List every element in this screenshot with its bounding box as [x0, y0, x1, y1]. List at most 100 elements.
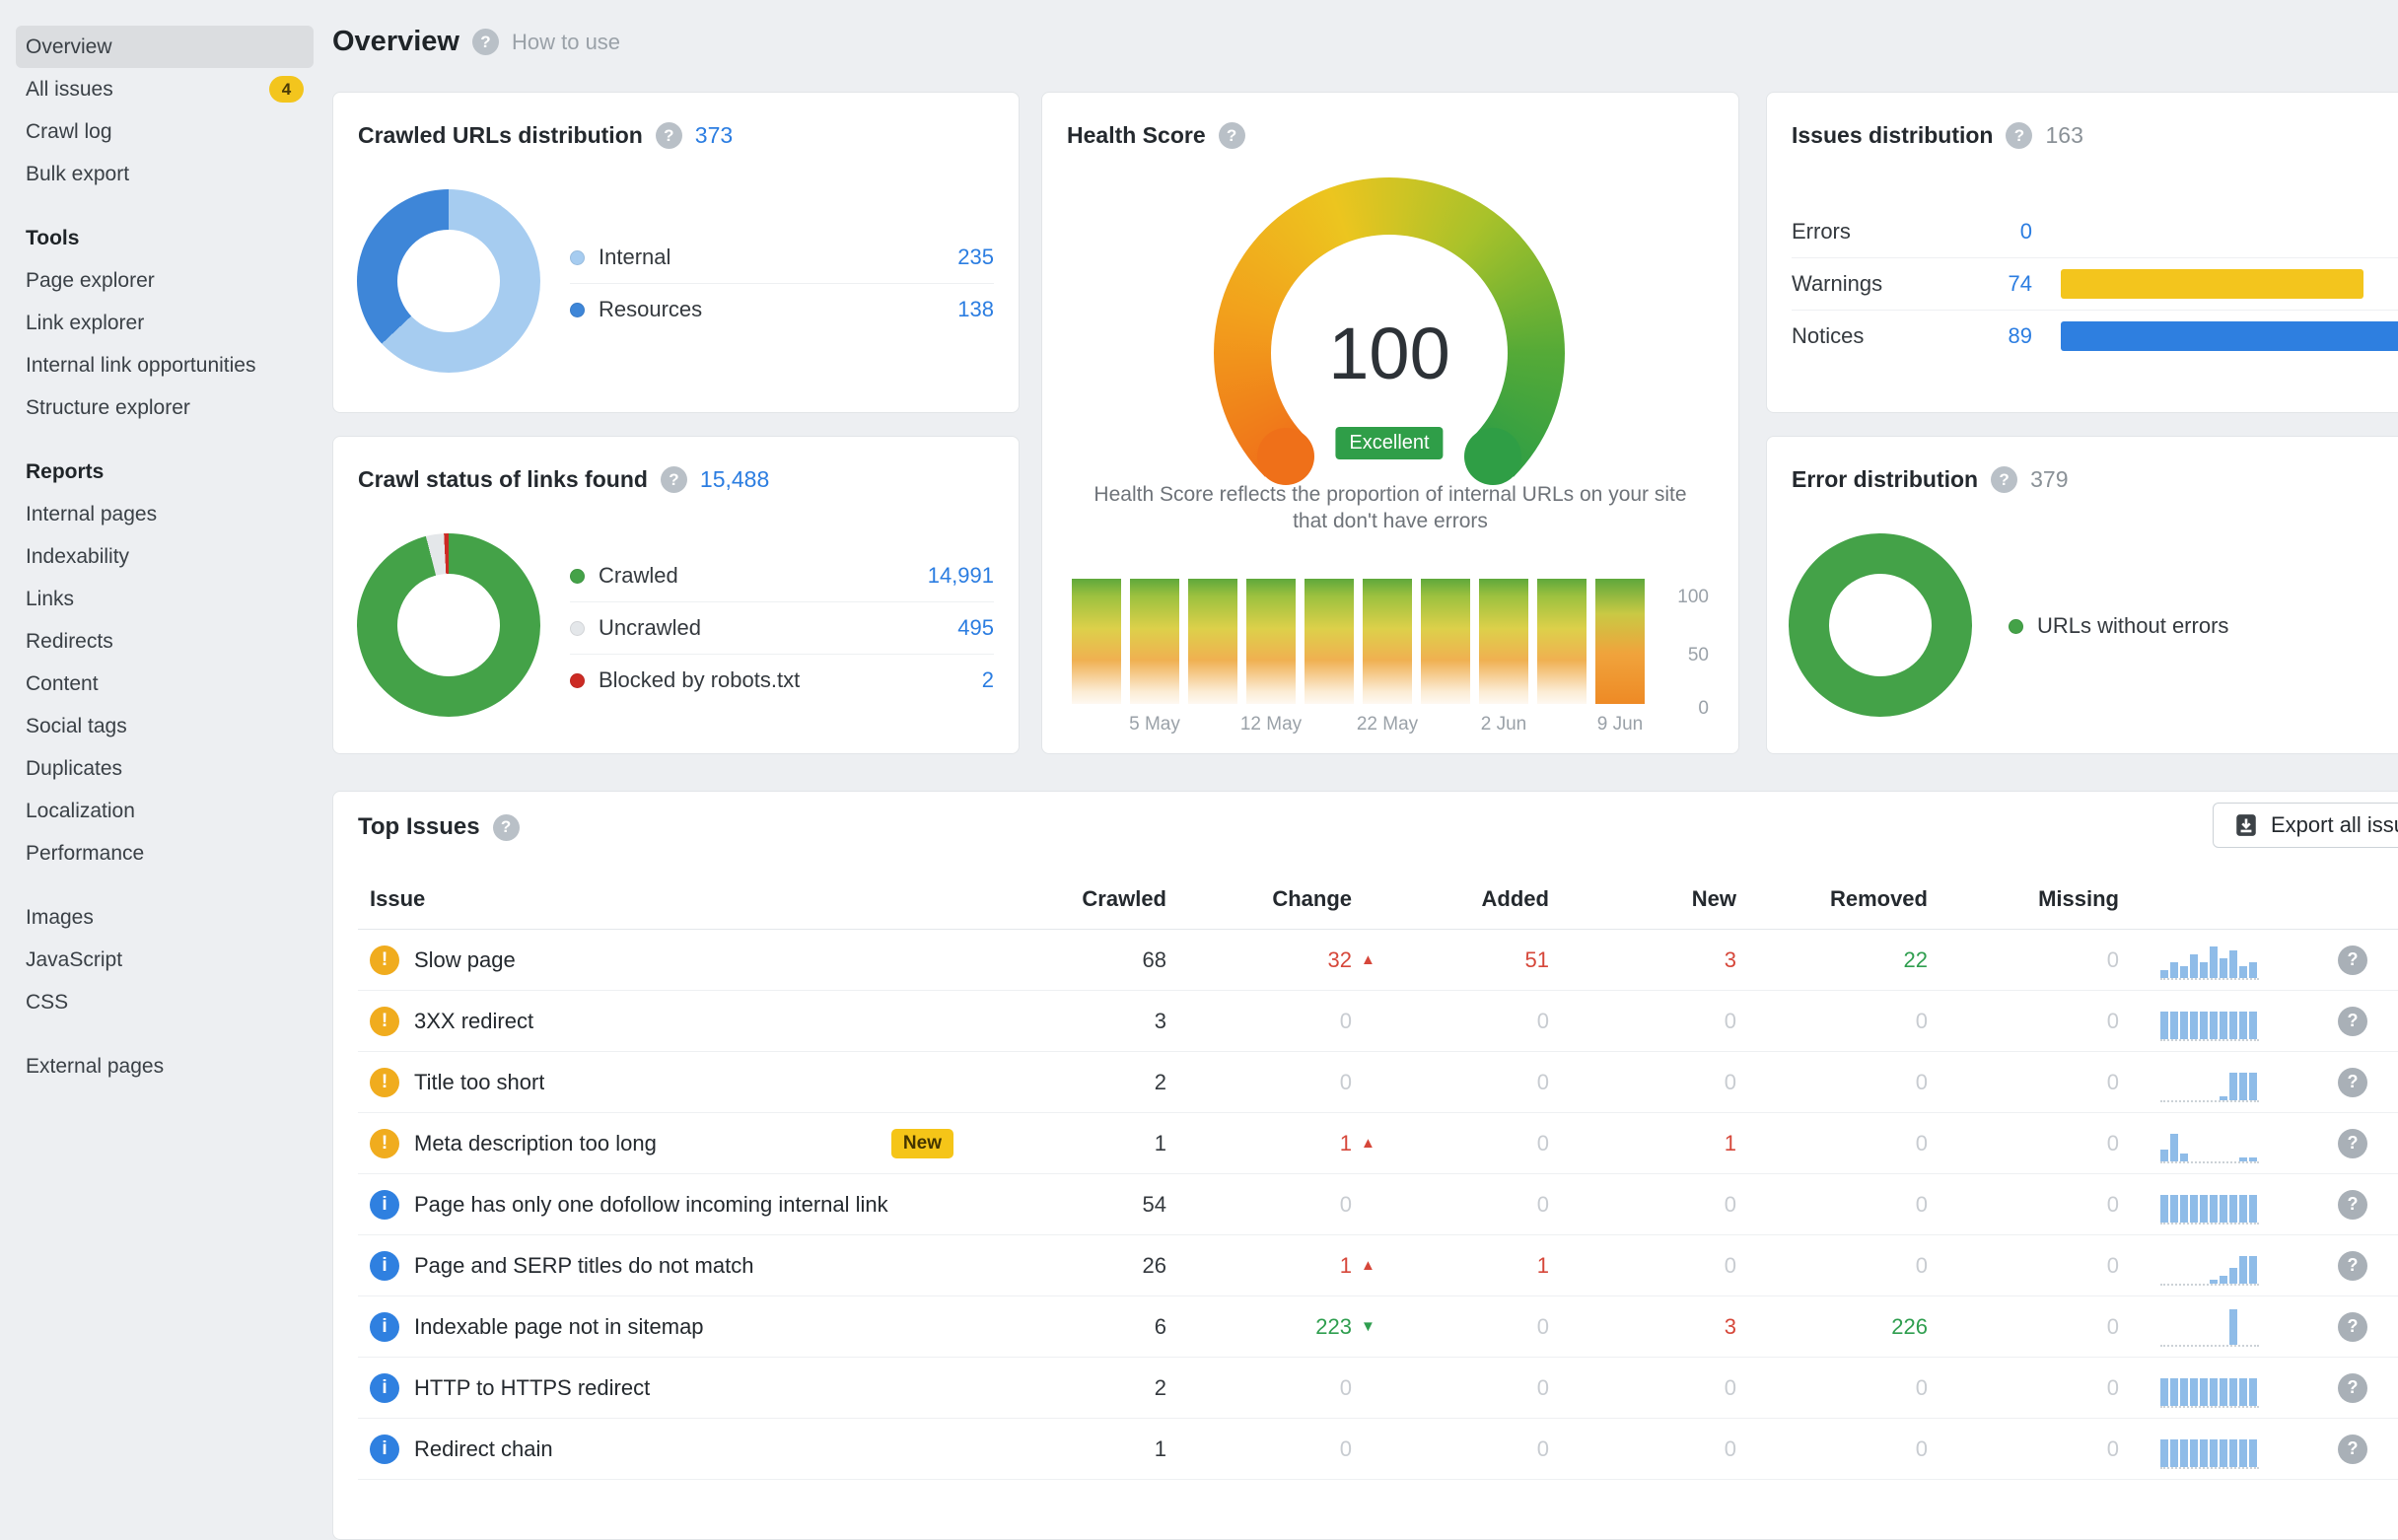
help-icon[interactable]: ? — [493, 814, 520, 841]
spark-bar — [2180, 1012, 2188, 1039]
spark-bar — [2249, 1439, 2257, 1467]
sidebar-item-label: Content — [26, 672, 99, 696]
issue-link[interactable]: Page has only one dofollow incoming inte… — [414, 1192, 888, 1218]
spark-bar — [2170, 1134, 2178, 1161]
sidebar-item-bulk-export[interactable]: Bulk export — [16, 153, 314, 195]
legend-value-link[interactable]: 235 — [957, 245, 994, 270]
issue-link[interactable]: Indexable page not in sitemap — [414, 1314, 704, 1340]
issue-help-icon[interactable]: ? — [2338, 1312, 2367, 1342]
issue-row: iRedirect chain100000? — [358, 1419, 2398, 1480]
issue-link[interactable]: Redirect chain — [414, 1436, 553, 1462]
spark-bar — [2249, 1157, 2257, 1161]
spark-bar — [2200, 1378, 2208, 1406]
table-body: !Slow page6832▲513220?!3XX redirect30000… — [358, 930, 2398, 1480]
sidebar-item-javascript[interactable]: JavaScript — [16, 939, 314, 981]
legend-value-link[interactable]: 2 — [982, 667, 994, 693]
sidebar-item-overview[interactable]: Overview — [16, 26, 314, 68]
gauge-cap-end — [1464, 428, 1521, 485]
issue-help-icon[interactable]: ? — [2338, 1007, 2367, 1036]
help-cell: ? — [2267, 945, 2398, 975]
removed-value: 22 — [1736, 947, 1928, 973]
issue-link[interactable]: 3XX redirect — [414, 1009, 533, 1034]
sidebar-item-redirects[interactable]: Redirects — [16, 620, 314, 663]
issue-help-icon[interactable]: ? — [2338, 1251, 2367, 1281]
help-icon[interactable]: ? — [1219, 122, 1245, 149]
card-title: Issues distribution ? 163 — [1792, 122, 2083, 149]
legend-value-link[interactable]: 495 — [957, 615, 994, 641]
crawl-status-total-link[interactable]: 15,488 — [700, 466, 769, 493]
new-value: 0 — [1549, 1070, 1736, 1095]
spark-bar — [2210, 946, 2218, 978]
help-icon[interactable]: ? — [1991, 466, 2017, 493]
help-icon[interactable]: ? — [656, 122, 682, 149]
issue-cell: !Title too short — [358, 1068, 979, 1097]
warning-icon: ! — [370, 1129, 399, 1158]
export-all-issues-button[interactable]: Export all issues — [2213, 803, 2398, 848]
added-value: 0 — [1385, 1070, 1549, 1095]
spark-bar — [2229, 1073, 2237, 1100]
crawled-urls-donut — [357, 189, 540, 373]
how-to-use-link[interactable]: How to use — [512, 30, 620, 55]
issue-help-icon[interactable]: ? — [2338, 1190, 2367, 1220]
error-distribution-total: 379 — [2030, 466, 2068, 493]
issue-help-icon[interactable]: ? — [2338, 1435, 2367, 1464]
card-title: Health Score ? — [1067, 122, 1245, 149]
warnings-bar — [2061, 269, 2363, 299]
crawled-value: 1 — [979, 1131, 1166, 1156]
sidebar-item-page-explorer[interactable]: Page explorer — [16, 259, 314, 302]
added-value: 0 — [1385, 1131, 1549, 1156]
issue-help-icon[interactable]: ? — [2338, 1373, 2367, 1403]
col-removed: Removed — [1736, 886, 1928, 912]
legend-value-link[interactable]: 14,991 — [928, 563, 994, 589]
missing-value: 0 — [1928, 1192, 2119, 1218]
issue-help-icon[interactable]: ? — [2338, 945, 2367, 975]
missing-value: 0 — [1928, 1009, 2119, 1034]
sidebar-item-crawl-log[interactable]: Crawl log — [16, 110, 314, 153]
issue-link[interactable]: Page and SERP titles do not match — [414, 1253, 753, 1279]
sidebar-item-content[interactable]: Content — [16, 663, 314, 705]
issue-help-icon[interactable]: ? — [2338, 1129, 2367, 1158]
help-icon[interactable]: ? — [661, 466, 687, 493]
issue-help-icon[interactable]: ? — [2338, 1068, 2367, 1097]
legend-value-link[interactable]: 138 — [957, 297, 994, 322]
sidebar-item-internal-link-opportunities[interactable]: Internal link opportunities — [16, 344, 314, 386]
info-icon: i — [370, 1190, 399, 1220]
issue-link[interactable]: Meta description too long — [414, 1131, 657, 1156]
sidebar-item-localization[interactable]: Localization — [16, 790, 314, 832]
added-value: 0 — [1385, 1436, 1549, 1462]
blocked-by-robots-txt-dot — [570, 673, 585, 688]
sidebar-item-css[interactable]: CSS — [16, 981, 314, 1023]
page-help-icon[interactable]: ? — [472, 29, 499, 55]
sidebar-item-images[interactable]: Images — [16, 896, 314, 939]
health-history-bar — [1363, 579, 1412, 704]
distribution-count-link[interactable]: 89 — [1792, 311, 2032, 362]
sidebar-item-all-issues[interactable]: All issues4 — [16, 68, 314, 110]
distribution-count-link[interactable]: 74 — [1792, 258, 2032, 310]
issue-sparkline — [2160, 1063, 2259, 1102]
sidebar-item-indexability[interactable]: Indexability — [16, 535, 314, 578]
sidebar-item-links[interactable]: Links — [16, 578, 314, 620]
issue-link[interactable]: Title too short — [414, 1070, 544, 1095]
new-value: 0 — [1549, 1375, 1736, 1401]
spark-bar — [2229, 1309, 2237, 1345]
issue-link[interactable]: HTTP to HTTPS redirect — [414, 1375, 650, 1401]
sparkline-cell — [2119, 991, 2267, 1051]
spark-bar — [2229, 1012, 2237, 1039]
distribution-count-link[interactable]: 0 — [1792, 206, 2032, 257]
sidebar-item-performance[interactable]: Performance — [16, 832, 314, 875]
sidebar-item-structure-explorer[interactable]: Structure explorer — [16, 386, 314, 429]
sidebar-item-duplicates[interactable]: Duplicates — [16, 747, 314, 790]
help-icon[interactable]: ? — [2006, 122, 2032, 149]
sidebar-item-link-explorer[interactable]: Link explorer — [16, 302, 314, 344]
issue-link[interactable]: Slow page — [414, 947, 516, 973]
sidebar-item-external-pages[interactable]: External pages — [16, 1045, 314, 1087]
spark-bar — [2229, 1195, 2237, 1223]
legend-row: Internal235 — [570, 232, 994, 283]
health-score-gauge: 100 Excellent — [1214, 177, 1565, 528]
error-distribution-card: Error distribution ? 379 URLs without er… — [1766, 436, 2398, 754]
sidebar-item-social-tags[interactable]: Social tags — [16, 705, 314, 747]
spark-bar — [2200, 1195, 2208, 1223]
sidebar-item-internal-pages[interactable]: Internal pages — [16, 493, 314, 535]
crawled-urls-total-link[interactable]: 373 — [695, 122, 733, 149]
page-title: Overview — [332, 26, 459, 58]
